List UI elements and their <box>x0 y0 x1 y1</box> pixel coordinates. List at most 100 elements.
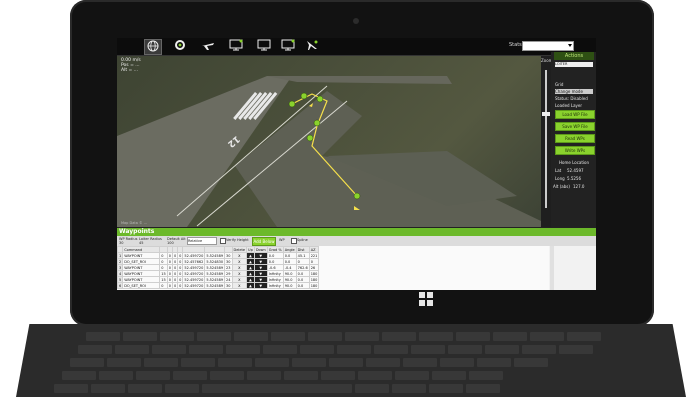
keyboard-key <box>432 371 466 380</box>
stats-dropdown[interactable] <box>522 41 574 51</box>
table-cell[interactable]: 180 <box>308 282 320 289</box>
default-alt-value[interactable]: 100 <box>167 241 174 245</box>
keyboard-key <box>466 384 500 393</box>
keyboard-key <box>99 371 133 380</box>
keyboard-key <box>263 345 297 354</box>
zoom-slider[interactable]: Zoom <box>541 56 553 227</box>
keyboard-key <box>374 345 408 354</box>
keyboard-key <box>86 332 120 341</box>
keyboard-key <box>292 358 326 367</box>
keyboard-key <box>247 371 281 380</box>
keyboard-row <box>86 332 601 341</box>
add-below-button[interactable]: Add Below <box>252 237 276 246</box>
command-dropdown[interactable]: DO_SET_ROI <box>122 282 161 289</box>
keyboard-key <box>202 384 352 393</box>
keyboard-key <box>54 384 88 393</box>
keyboard-key <box>559 345 593 354</box>
plane-icon[interactable] <box>304 39 320 53</box>
keyboard-key <box>144 358 178 367</box>
keyboard-key <box>355 384 389 393</box>
keyboard-key <box>160 332 194 341</box>
move-up-button[interactable]: ▲ <box>246 282 255 289</box>
table-cell[interactable]: 0 <box>159 282 168 289</box>
lat-label: Lat <box>555 168 562 173</box>
keyboard-key <box>107 358 141 367</box>
map-info-line: Alt = ... <box>121 68 139 73</box>
table-row[interactable]: 6 DO_SET_ROI 0 0 0 0 52.459720 5.524589 30 X ▲ ▼ Inf… <box>117 282 320 289</box>
long-label: Long <box>555 176 565 181</box>
move-down-button[interactable]: ▼ <box>253 282 268 289</box>
satellite-imagery <box>117 76 541 227</box>
alt-value[interactable]: 127.0 <box>573 184 584 189</box>
keyboard-key <box>392 384 426 393</box>
spline-label: Spline <box>297 238 308 242</box>
table-scrollbar[interactable] <box>550 246 554 290</box>
write-wps-button[interactable]: Write WPs <box>555 146 595 155</box>
table-cell[interactable]: 5.524589 <box>204 282 226 289</box>
loiter-radius-value[interactable]: 45 <box>139 241 143 245</box>
waypoints-panel: Waypoints WP Radius 30 Loiter Radius 45 … <box>117 228 596 290</box>
globe-icon[interactable] <box>144 39 162 55</box>
keyboard-key <box>358 371 392 380</box>
keyboard-key <box>522 345 556 354</box>
keyboard-key <box>448 345 482 354</box>
keyboard-key <box>337 345 371 354</box>
long-value[interactable]: 5.5256 <box>567 176 581 181</box>
mode-dropdown[interactable]: LOITER <box>555 62 593 67</box>
toolbar: Stats <box>117 38 596 56</box>
alt-mode-dropdown[interactable]: Relative <box>187 237 217 245</box>
zoom-thumb[interactable] <box>542 112 550 116</box>
delete-button[interactable]: X <box>231 282 247 289</box>
zoom-track[interactable] <box>545 70 547 208</box>
keyboard-row <box>78 345 593 354</box>
windows-logo-icon[interactable] <box>419 292 433 306</box>
keyboard-key <box>329 358 363 367</box>
keyboard-key <box>189 345 223 354</box>
lat-value[interactable]: 52.4597 <box>567 168 584 173</box>
keyboard-key <box>440 358 474 367</box>
save-wp-button[interactable]: Save WP File <box>555 122 595 131</box>
wp-radius-value[interactable]: 30 <box>119 241 123 245</box>
keyboard-key <box>226 345 260 354</box>
keyboard-key <box>136 371 170 380</box>
map-view[interactable]: 0.00 m/s Pos = ... Alt = ... 12 Map Data… <box>117 56 541 227</box>
verify-height-label: Verify Height <box>226 238 249 242</box>
keyboard-key <box>469 371 503 380</box>
keyboard-key <box>345 332 379 341</box>
keyboard-row <box>54 384 500 393</box>
actions-title: Actions <box>554 52 594 60</box>
keyboard-key <box>429 384 463 393</box>
monitor-icon[interactable] <box>256 39 272 53</box>
table-cell[interactable]: 52.459720 <box>182 282 206 289</box>
wp-label: WP <box>279 238 285 242</box>
keyboard-key <box>403 358 437 367</box>
keyboard-key <box>62 371 96 380</box>
load-wp-button[interactable]: Load WP File <box>555 110 595 119</box>
table-body: 1 WAYPOINT 0 0 0 0 52.459720 5.524589 30 X ▲ ▼ 0.0 0.… <box>117 252 320 289</box>
keyboard-key <box>477 358 511 367</box>
keyboard-key <box>91 384 125 393</box>
keyboard-key <box>284 371 318 380</box>
keyboard-key <box>300 345 334 354</box>
table-cell[interactable]: 30 <box>224 282 233 289</box>
keyboard-key <box>173 371 207 380</box>
keyboard-key <box>218 358 252 367</box>
keyboard-key <box>485 345 519 354</box>
table-cell[interactable]: 0.0 <box>295 282 310 289</box>
monitor-icon[interactable] <box>280 39 296 53</box>
change-mode-button[interactable]: Change mode <box>555 89 593 94</box>
read-wps-button[interactable]: Read WPs <box>555 134 595 143</box>
keyboard-key <box>165 384 199 393</box>
table-cell[interactable]: Infinity <box>266 282 284 289</box>
table-cell[interactable]: 90.0 <box>282 282 297 289</box>
plane-icon[interactable] <box>200 39 216 53</box>
loaded-layer-label: Loaded Layer <box>555 103 583 108</box>
monitor-icon[interactable] <box>228 39 244 53</box>
keyboard-key <box>493 332 527 341</box>
keyboard-key <box>128 384 162 393</box>
keyboard-key <box>271 332 305 341</box>
status-label: Status: Disabled <box>555 96 588 101</box>
grid-checkbox-label[interactable]: Grid <box>555 82 563 87</box>
keyboard-key <box>395 371 429 380</box>
config-icon[interactable] <box>172 39 188 53</box>
